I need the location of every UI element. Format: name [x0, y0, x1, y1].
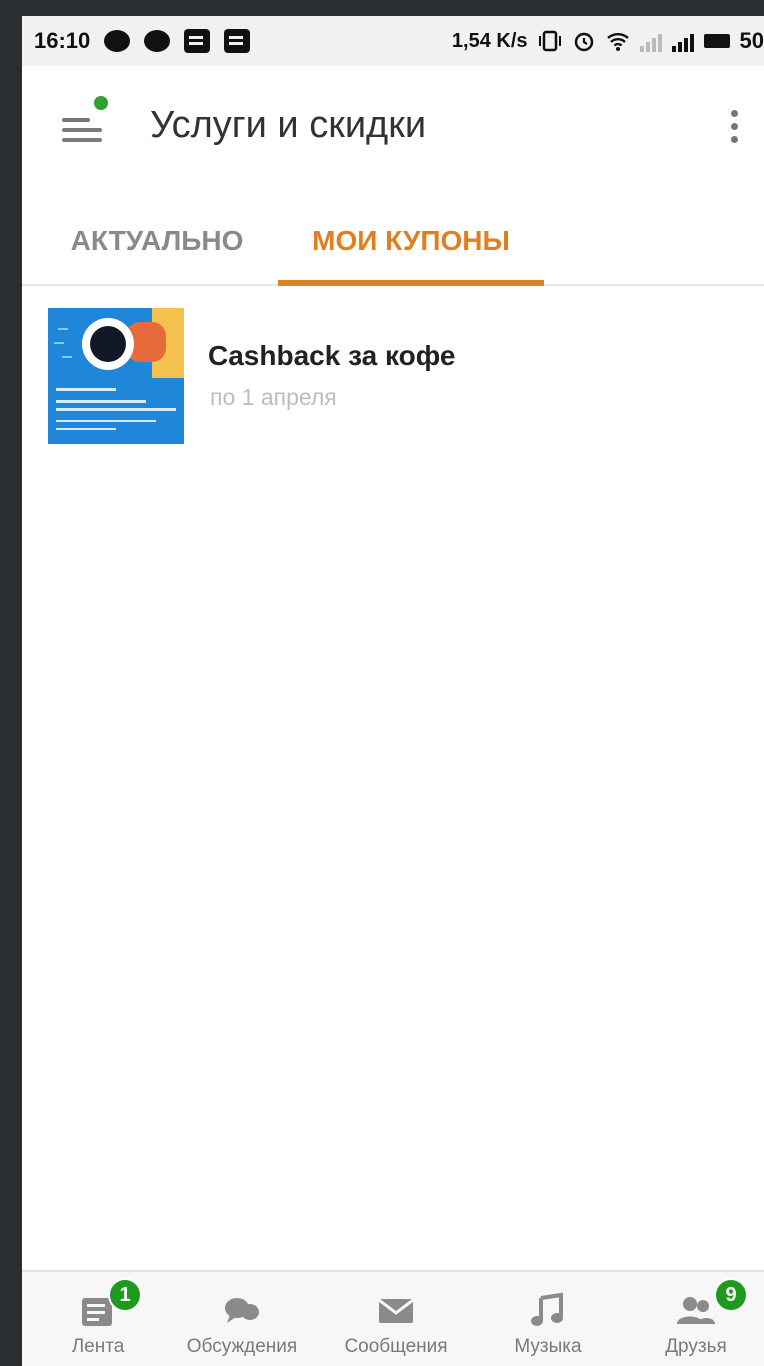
feed-badge: 1 [108, 1278, 142, 1312]
nav-item-music[interactable]: Музыка [478, 1272, 618, 1366]
alarm-icon [572, 29, 596, 53]
coupon-list-item[interactable]: Cashback за кофе по 1 апреля [22, 292, 764, 462]
mail-image-icon [184, 29, 211, 53]
message-icon [144, 30, 171, 52]
app-bar: Услуги и скидки [22, 66, 764, 196]
nav-item-messages[interactable]: Сообщения [326, 1272, 466, 1366]
nav-item-feed[interactable]: 1 Лента [28, 1272, 168, 1366]
tab-bar: АКТУАЛЬНО МОИ КУПОНЫ [22, 196, 764, 286]
wifi-icon [606, 29, 630, 53]
nav-label-friends: Друзья [665, 1336, 727, 1357]
notification-icons [104, 29, 251, 53]
vibrate-icon [538, 29, 562, 53]
nav-item-friends[interactable]: 9 Друзья [626, 1272, 764, 1366]
device-frame: 16:10 1,54 K/s 50 Услуги и скидки АКТУАЛ… [0, 0, 764, 1366]
nav-label-discussions: Обсуждения [186, 1336, 298, 1357]
music-icon [528, 1290, 568, 1330]
hamburger-icon[interactable] [62, 112, 102, 146]
friends-badge: 9 [714, 1278, 748, 1312]
tab-my-coupons[interactable]: МОИ КУПОНЫ [278, 196, 544, 286]
signal-icon [639, 30, 662, 52]
discussions-icon [222, 1290, 262, 1330]
battery-icon [703, 34, 730, 48]
chat-bubble-icon [104, 30, 131, 52]
network-speed: 1,54 K/s [451, 29, 528, 52]
friends-icon [676, 1290, 716, 1330]
app-screen: 16:10 1,54 K/s 50 Услуги и скидки АКТУАЛ… [22, 16, 764, 1366]
tab-actual[interactable]: АКТУАЛЬНО [42, 196, 272, 286]
active-tab-indicator [278, 280, 544, 286]
more-vert-icon[interactable] [722, 106, 746, 148]
battery-level: 50 [739, 28, 764, 53]
menu-notification-dot [92, 94, 110, 112]
coupon-thumbnail [48, 308, 184, 444]
signal-icon [671, 30, 694, 52]
page-title: Услуги и скидки [150, 104, 427, 146]
coupon-title: Cashback за кофе [208, 340, 456, 371]
system-icons: 1,54 K/s 50 [452, 28, 764, 54]
nav-label-music: Музыка [514, 1336, 582, 1357]
messages-icon [376, 1290, 416, 1330]
nav-label-feed: Лента [71, 1336, 125, 1357]
nav-label-messages: Сообщения [344, 1336, 448, 1357]
nav-item-discussions[interactable]: Обсуждения [172, 1272, 312, 1366]
status-time: 16:10 [34, 28, 91, 53]
status-bar: 16:10 1,54 K/s 50 [22, 16, 764, 66]
coupon-expiry: по 1 апреля [210, 384, 337, 410]
bottom-navigation: 1 Лента Обсуждения Сообщения Музыка 9 Др… [22, 1270, 764, 1366]
telegram-icon [224, 29, 251, 53]
